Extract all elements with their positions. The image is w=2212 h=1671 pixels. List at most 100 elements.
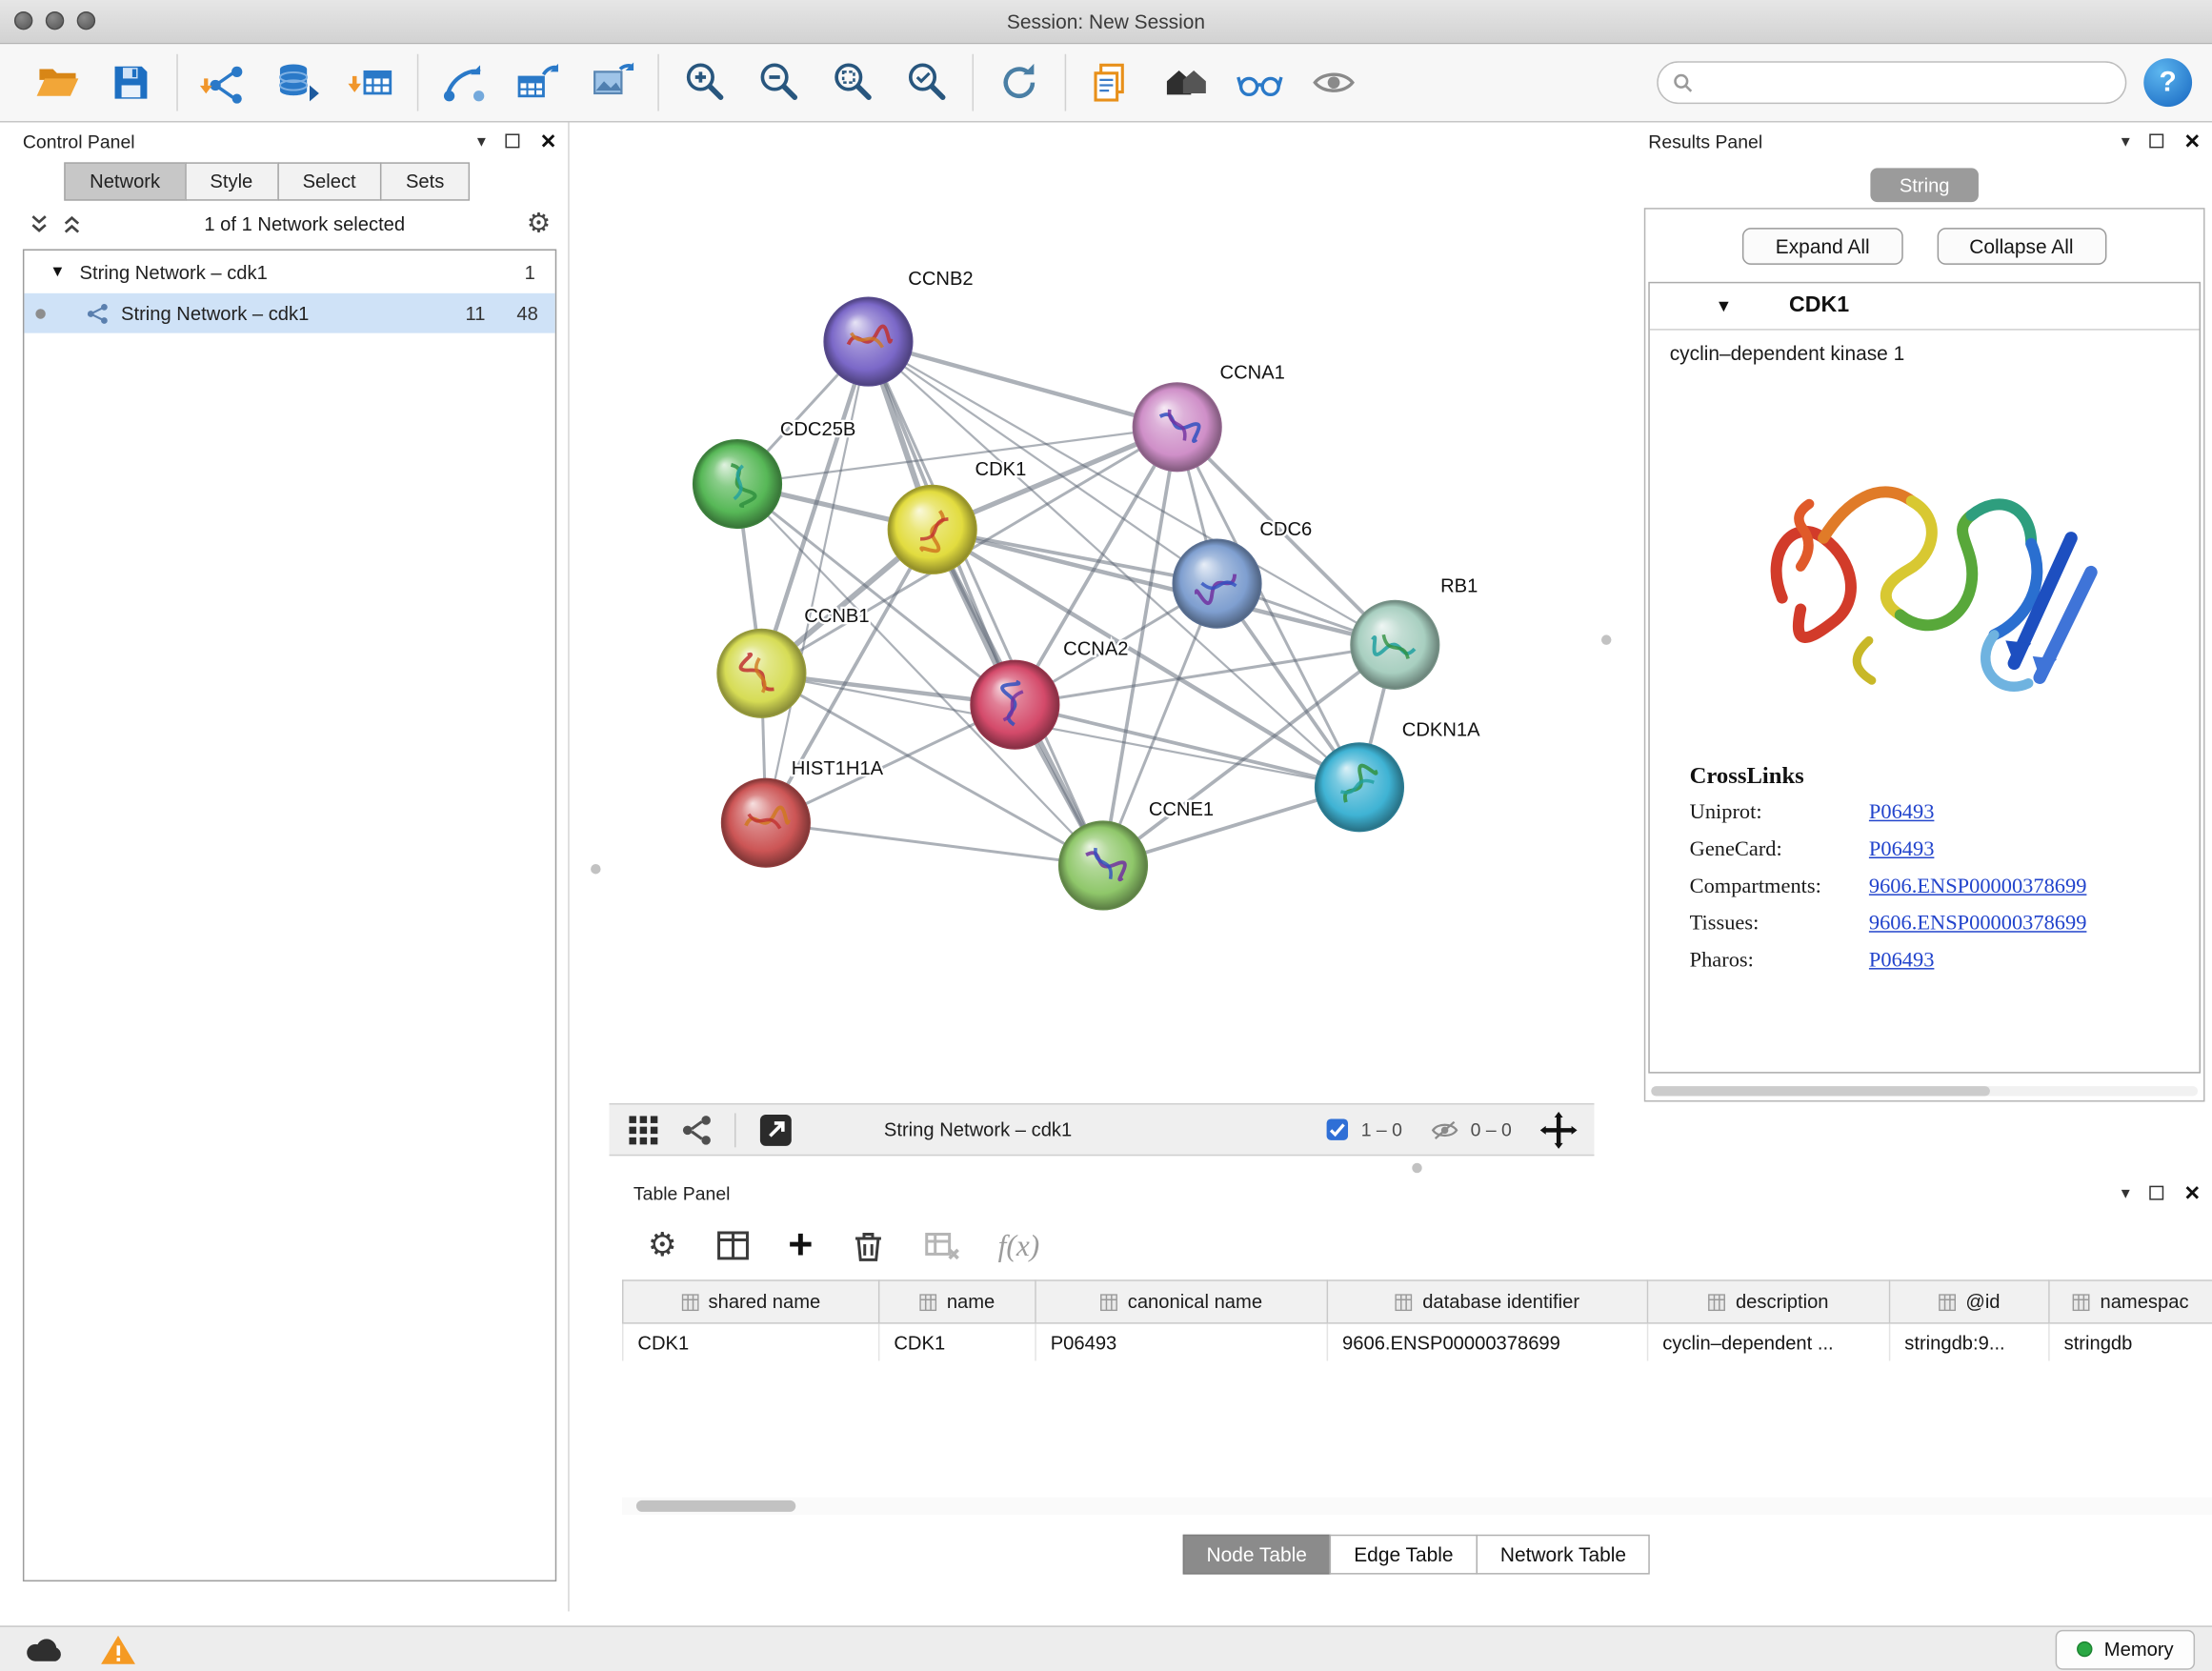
network-collection-row[interactable]: ▼ String Network – cdk1 1 [24, 251, 554, 293]
cloud-status-button[interactable] [17, 1631, 71, 1668]
panel-float-icon[interactable] [506, 133, 520, 148]
tab-select[interactable]: Select [277, 162, 382, 200]
network-row-label: String Network – cdk1 [121, 303, 309, 324]
network-from-selection-button[interactable] [427, 51, 501, 114]
node-label-CCNA1: CCNA1 [1220, 362, 1285, 383]
collapse-all-button[interactable]: Collapse All [1937, 228, 2106, 265]
memory-button[interactable]: Memory [2056, 1629, 2195, 1669]
glasses-icon [1236, 58, 1284, 107]
network-canvas-area: CCNB2CCNA1CDC25BCDK1CDC6RB1CCNB1CCNA2CDK… [610, 125, 1595, 1103]
column-header-namespac[interactable]: namespac [2049, 1280, 2212, 1323]
node-label-CCNB1: CCNB1 [804, 606, 869, 627]
crosslink-link-pharos-[interactable]: P06493 [1869, 950, 1935, 974]
column-header--id[interactable]: @id [1890, 1280, 2049, 1323]
close-window-button[interactable] [14, 11, 32, 30]
table-settings-gear-icon[interactable]: ⚙ [648, 1227, 677, 1264]
crosslinks-list: Uniprot:P06493GeneCard:P06493Compartment… [1690, 801, 2200, 974]
help-button[interactable]: ? [2143, 58, 2192, 107]
column-header-canonical-name[interactable]: canonical name [1036, 1280, 1327, 1323]
network-status-dot [35, 308, 45, 317]
network-and-table-button[interactable] [501, 51, 575, 114]
expand-all-icon[interactable] [29, 212, 50, 233]
table-cell: P06493 [1036, 1323, 1327, 1361]
node-label-CCNA2: CCNA2 [1063, 638, 1128, 659]
table-row[interactable]: CDK1CDK1P064939606.ENSP00000378699cyclin… [623, 1323, 2212, 1361]
results-float-icon[interactable] [2150, 133, 2164, 148]
string-results-box: Expand All Collapse All ▼ CDK1 cyclin–de… [1644, 208, 2205, 1101]
zoom-selected-button[interactable] [890, 51, 964, 114]
tab-string[interactable]: String [1870, 168, 1979, 202]
crosslink-link-uniprot-[interactable]: P06493 [1869, 801, 1935, 825]
duplicate-page-button[interactable] [1075, 51, 1149, 114]
search-input[interactable] [1657, 61, 2126, 104]
import-network-icon [199, 58, 248, 107]
import-network-from-database-button[interactable] [260, 51, 334, 114]
results-horizontal-scrollbar[interactable] [1651, 1086, 2198, 1096]
save-session-button[interactable] [94, 51, 169, 114]
table-menu-caret-icon[interactable]: ▾ [2122, 1183, 2130, 1203]
network-canvas[interactable]: CCNB2CCNA1CDC25BCDK1CDC6RB1CCNB1CCNA2CDK… [610, 125, 1595, 1103]
select-columns-icon[interactable] [714, 1227, 752, 1264]
table-float-icon[interactable] [2150, 1186, 2164, 1200]
tab-style[interactable]: Style [185, 162, 279, 200]
birds-eye-grid-icon[interactable] [626, 1113, 660, 1147]
show-graphics-details-button[interactable] [1223, 51, 1297, 114]
expand-all-button[interactable]: Expand All [1742, 228, 1902, 265]
bottom-splitter-handle[interactable] [1412, 1163, 1421, 1173]
crosslink-link-tissues-[interactable]: 9606.ENSP00000378699 [1869, 913, 2087, 936]
collapse-all-icon[interactable] [61, 212, 82, 233]
column-header-description[interactable]: description [1648, 1280, 1890, 1323]
network-tree: ▼ String Network – cdk1 1 String Network… [23, 249, 556, 1581]
network-edge[interactable] [1015, 705, 1359, 788]
import-network-from-file-button[interactable] [187, 51, 261, 114]
tab-sets[interactable]: Sets [380, 162, 470, 200]
apply-layout-button[interactable] [982, 51, 1056, 114]
show-hide-details-button[interactable] [1297, 51, 1371, 114]
gene-collapse-icon[interactable]: ▼ [1716, 296, 1733, 316]
zoom-out-button[interactable] [741, 51, 815, 114]
import-table-from-file-button[interactable] [334, 51, 409, 114]
pan-crosshair-icon[interactable] [1540, 1111, 1578, 1148]
column-header-database-identifier[interactable]: database identifier [1327, 1280, 1647, 1323]
panel-close-icon[interactable]: ✕ [540, 129, 557, 152]
panel-menu-caret-icon[interactable]: ▾ [477, 131, 486, 151]
maximize-window-button[interactable] [77, 11, 95, 30]
table-horizontal-scrollbar[interactable] [622, 1498, 2212, 1515]
crosslink-label: Pharos: [1690, 950, 1869, 974]
network-options-gear-icon[interactable]: ⚙ [527, 208, 551, 239]
delete-column-trash-icon[interactable] [850, 1227, 887, 1264]
column-header-shared-name[interactable]: shared name [623, 1280, 879, 1323]
crosslink-label: Uniprot: [1690, 801, 1869, 825]
crosslink-link-genecard-[interactable]: P06493 [1869, 838, 1935, 862]
tab-network[interactable]: Network [64, 162, 186, 200]
zoom-fit-button[interactable] [815, 51, 890, 114]
tab-network-table[interactable]: Network Table [1476, 1535, 1650, 1575]
zoom-selected-icon [902, 58, 951, 107]
open-in-new-icon[interactable] [755, 1110, 795, 1150]
network-edge[interactable] [868, 342, 1103, 866]
open-session-button[interactable] [20, 51, 94, 114]
network-row-selected[interactable]: String Network – cdk1 11 48 [24, 293, 554, 333]
tab-node-table[interactable]: Node Table [1182, 1535, 1331, 1575]
tab-edge-table[interactable]: Edge Table [1330, 1535, 1478, 1575]
search-text-field[interactable] [1702, 70, 2111, 94]
left-splitter-handle[interactable] [591, 864, 600, 874]
right-splitter-handle[interactable] [1601, 634, 1611, 644]
add-column-icon[interactable]: + [788, 1227, 813, 1264]
column-header-name[interactable]: name [879, 1280, 1036, 1323]
export-image-button[interactable] [575, 51, 650, 114]
zoom-in-icon [680, 58, 729, 107]
network-overview-icon[interactable] [680, 1113, 714, 1147]
network-edge[interactable] [766, 823, 1103, 866]
home-button[interactable] [1149, 51, 1223, 114]
warnings-button[interactable] [91, 1631, 146, 1668]
results-menu-caret-icon[interactable]: ▾ [2122, 131, 2130, 151]
selected-checkbox-icon [1325, 1117, 1349, 1141]
results-close-icon[interactable]: ✕ [2184, 129, 2202, 152]
network-edge[interactable] [766, 342, 869, 823]
zoom-in-button[interactable] [668, 51, 742, 114]
table-close-icon[interactable]: ✕ [2184, 1180, 2202, 1204]
tree-expander-icon[interactable]: ▼ [50, 263, 65, 280]
crosslink-link-compartments-[interactable]: 9606.ENSP00000378699 [1869, 876, 2087, 899]
minimize-window-button[interactable] [46, 11, 64, 30]
